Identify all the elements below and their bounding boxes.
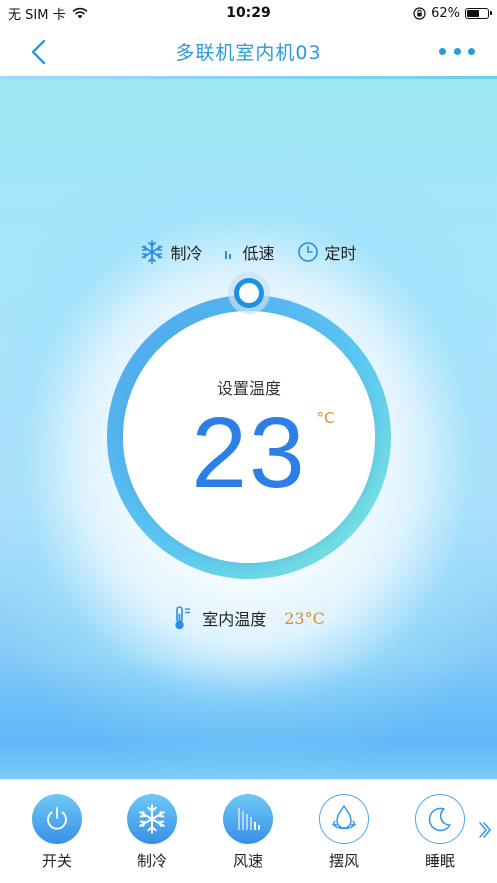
set-temperature-label: 设置温度 <box>216 379 281 398</box>
sleep-button-circle <box>415 794 465 844</box>
fan-speed-chip[interactable]: 低速 <box>224 240 275 264</box>
fan-speed-button[interactable]: 风速 <box>218 794 278 871</box>
indoor-temperature-label: 室内温度 <box>202 610 267 629</box>
fan-speed-button-label: 风速 <box>232 852 263 870</box>
timer-chip[interactable]: 定时 <box>297 240 357 264</box>
carrier-text: 无 SIM 卡 <box>8 7 66 23</box>
more-button[interactable] <box>439 40 475 62</box>
power-label: 开关 <box>41 852 72 870</box>
dial-knob[interactable] <box>227 271 271 315</box>
indoor-temperature-value: 23°C <box>284 608 325 628</box>
mode-button[interactable]: 制冷 <box>122 794 182 871</box>
bottom-controls: 开关 制冷 风速 摆风 睡眠 <box>0 779 497 883</box>
more-dot <box>439 47 446 55</box>
wifi-icon <box>72 7 87 19</box>
set-temperature-value: 23 <box>191 397 307 509</box>
sleep-button[interactable]: 睡眠 <box>410 794 470 871</box>
fan-speed-icon <box>238 808 260 830</box>
battery-icon <box>465 7 492 19</box>
timer-label: 定时 <box>324 244 357 263</box>
fan-speed-button-circle <box>223 794 273 844</box>
power-button-circle <box>32 794 82 844</box>
chevron-right-icon[interactable] <box>477 820 491 840</box>
set-temperature: 23 °C <box>191 403 334 503</box>
swing-button-circle <box>319 794 369 844</box>
indoor-temperature: 室内温度 23°C <box>0 603 497 633</box>
more-dot <box>468 47 475 55</box>
nav-bar: 多联机室内机03 <box>0 26 497 76</box>
status-chips: 制冷 低速 定时 <box>0 237 497 267</box>
control-panel: 制冷 低速 定时 设置温度 23 °C 室内温度 23°C <box>0 79 497 779</box>
back-button[interactable] <box>26 38 50 66</box>
temperature-dial[interactable]: 设置温度 23 °C <box>105 272 393 581</box>
thermometer-icon <box>175 606 191 630</box>
status-bar: 无 SIM 卡 10:29 62% <box>0 0 497 26</box>
battery-level <box>467 9 479 17</box>
snowflake-icon <box>139 804 165 834</box>
mode-button-label: 制冷 <box>136 852 167 870</box>
status-left: 无 SIM 卡 <box>8 4 88 23</box>
clock-icon <box>297 242 318 262</box>
swing-button-label: 摆风 <box>328 852 359 870</box>
page-title: 多联机室内机03 <box>175 41 322 64</box>
battery-percent: 62% <box>431 5 460 21</box>
power-button[interactable]: 开关 <box>27 794 87 871</box>
dial-face: 设置温度 23 °C <box>123 311 375 563</box>
fan-speed-label: 低速 <box>242 244 275 263</box>
power-icon <box>47 807 67 830</box>
sleep-button-label: 睡眠 <box>424 852 455 870</box>
swing-button[interactable]: 摆风 <box>314 794 374 871</box>
more-dot <box>453 47 461 55</box>
orientation-lock-icon <box>413 6 426 20</box>
moon-icon <box>428 807 451 832</box>
fan-speed-icon <box>225 251 232 259</box>
mode-chip[interactable]: 制冷 <box>140 240 202 264</box>
mode-button-circle <box>127 794 177 844</box>
background-glow <box>0 659 497 779</box>
set-temperature-unit: °C <box>316 409 335 427</box>
status-right: 62% <box>413 5 492 21</box>
snowflake-icon <box>142 240 163 264</box>
swing-icon <box>331 804 357 830</box>
mode-label: 制冷 <box>170 244 203 263</box>
